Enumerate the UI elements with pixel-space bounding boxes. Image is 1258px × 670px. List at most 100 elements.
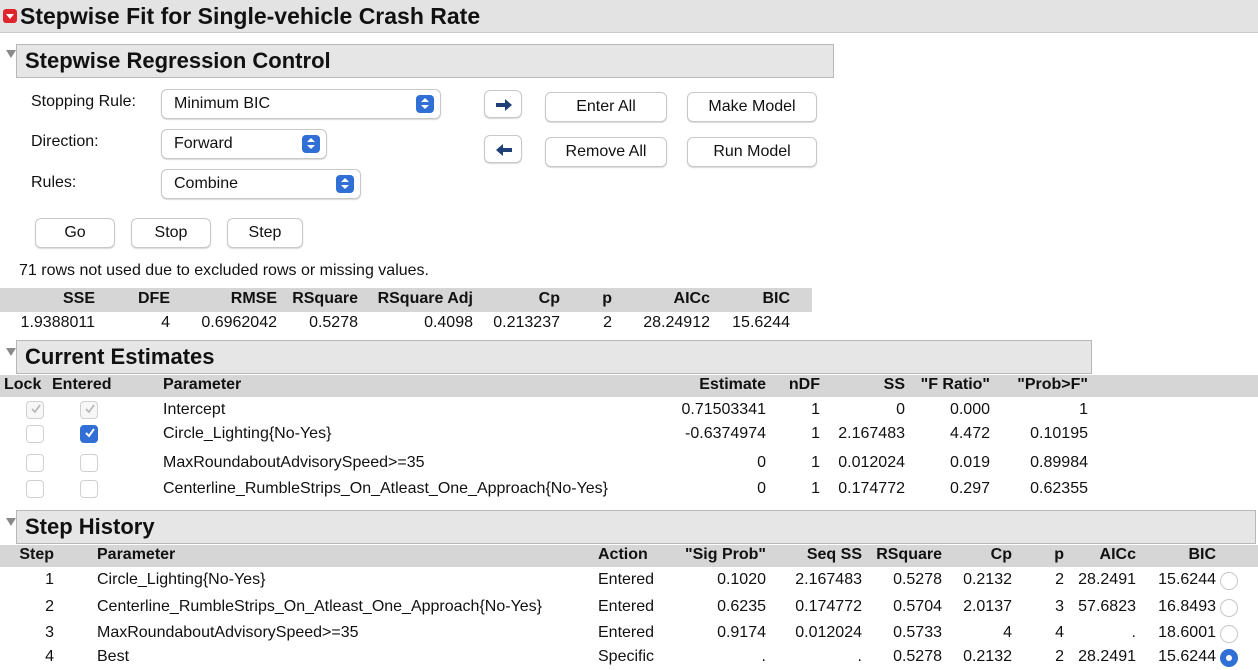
- lock-checkbox[interactable]: [26, 454, 44, 472]
- estimate-ndf: 1: [811, 401, 820, 418]
- stats-header-bic: BIC: [762, 290, 790, 307]
- history-aicc: 28.2491: [1078, 648, 1136, 665]
- history-p: 4: [1055, 624, 1064, 641]
- stats-header-aicc: AICc: [673, 290, 710, 307]
- check-icon: [85, 428, 95, 438]
- estimate-ss: 0: [896, 401, 905, 418]
- history-action: Entered: [598, 624, 655, 641]
- history-header-step: Step: [19, 546, 54, 563]
- stats-header-dfe: DFE: [138, 290, 170, 307]
- history-sig-prob: 0.6235: [717, 598, 766, 615]
- rules-select[interactable]: Combine: [161, 169, 361, 199]
- stats-value-aicc: 28.24912: [643, 314, 710, 331]
- history-step: 2: [45, 598, 54, 615]
- history-step: 4: [45, 648, 54, 665]
- history-step: 1: [45, 571, 54, 588]
- estimate-f-ratio: 0.000: [949, 401, 990, 418]
- estimate-f-ratio: 4.472: [949, 425, 990, 442]
- history-radio-selected[interactable]: [1220, 649, 1238, 667]
- stats-value-rmse: 0.6962042: [201, 314, 277, 331]
- select-stepper-icon: [416, 95, 434, 113]
- history-bic: 16.8493: [1158, 598, 1216, 615]
- estimate-prob-f: 0.62355: [1030, 480, 1088, 497]
- arrow-left-icon: [496, 144, 512, 156]
- estimate-param: MaxRoundaboutAdvisorySpeed>=35: [163, 454, 425, 471]
- entered-checkbox[interactable]: [80, 480, 98, 498]
- estimates-section-header[interactable]: Current Estimates: [16, 340, 1092, 374]
- estimate-ss: 0.174772: [838, 480, 905, 497]
- history-param: MaxRoundaboutAdvisorySpeed>=35: [97, 624, 359, 641]
- history-rsquare: 0.5278: [893, 648, 942, 665]
- history-param: Circle_Lighting{No-Yes}: [97, 571, 266, 588]
- disclosure-triangle-icon[interactable]: [6, 518, 16, 526]
- estimate-ss: 2.167483: [838, 425, 905, 442]
- make-model-button[interactable]: Make Model: [687, 92, 817, 122]
- history-header-sig-prob: "Sig Prob": [685, 546, 766, 563]
- estimate-value: 0: [757, 454, 766, 471]
- history-p: 3: [1055, 598, 1064, 615]
- estimate-ndf: 1: [811, 425, 820, 442]
- stats-header-cp: Cp: [538, 290, 560, 307]
- estimate-f-ratio: 0.019: [949, 454, 990, 471]
- run-model-button[interactable]: Run Model: [687, 137, 817, 167]
- select-stepper-icon: [336, 175, 354, 193]
- stats-header-rsquare: RSquare: [292, 290, 358, 307]
- history-action: Entered: [598, 598, 655, 615]
- history-header-cp: Cp: [990, 546, 1012, 563]
- stats-header-sse: SSE: [62, 290, 95, 307]
- history-seq-ss: 0.012024: [795, 624, 862, 641]
- remove-arrow-button[interactable]: [484, 135, 522, 163]
- estimate-prob-f: 0.10195: [1030, 425, 1088, 442]
- history-aicc: 28.2491: [1078, 571, 1136, 588]
- direction-select[interactable]: Forward: [161, 129, 327, 159]
- step-button[interactable]: Step: [227, 218, 303, 248]
- lock-checkbox[interactable]: [26, 480, 44, 498]
- history-bic: 18.6001: [1158, 624, 1216, 641]
- estimate-ss: 0.012024: [838, 454, 905, 471]
- history-header-p: p: [1054, 546, 1064, 563]
- stats-value-rsquare-adj: 0.4098: [424, 314, 473, 331]
- stats-header-p: p: [602, 290, 612, 307]
- go-button[interactable]: Go: [35, 218, 115, 248]
- disclosure-triangle-icon[interactable]: [6, 50, 16, 58]
- stop-button[interactable]: Stop: [131, 218, 211, 248]
- disclosure-triangle-icon[interactable]: [6, 348, 16, 356]
- stats-value-bic: 15.6244: [732, 314, 790, 331]
- report-title-bar: Stepwise Fit for Single-vehicle Crash Ra…: [0, 0, 1258, 33]
- history-header-bic: BIC: [1188, 546, 1216, 563]
- stats-value-cp: 0.213237: [493, 314, 560, 331]
- history-radio[interactable]: [1220, 572, 1238, 590]
- enter-all-button[interactable]: Enter All: [545, 92, 667, 122]
- estimates-header-estimate: Estimate: [699, 376, 766, 393]
- history-rsquare: 0.5704: [893, 598, 942, 615]
- red-triangle-menu-icon[interactable]: [3, 9, 17, 23]
- stopping-rule-value: Minimum BIC: [174, 95, 271, 112]
- remove-all-button[interactable]: Remove All: [545, 137, 667, 167]
- history-action: Specific: [598, 648, 655, 665]
- history-header-aicc: AICc: [1099, 546, 1136, 563]
- history-seq-ss: 2.167483: [795, 571, 862, 588]
- estimate-param: Centerline_RumbleStrips_On_Atleast_One_A…: [163, 480, 609, 497]
- entered-checkbox[interactable]: [80, 454, 98, 472]
- arrow-right-icon: [496, 99, 512, 111]
- entered-checkbox[interactable]: [80, 425, 98, 443]
- history-p: 2: [1055, 571, 1064, 588]
- lock-checkbox: [26, 401, 44, 419]
- stats-value-p: 2: [603, 314, 612, 331]
- lock-checkbox[interactable]: [26, 425, 44, 443]
- estimate-prob-f: 0.89984: [1030, 454, 1088, 471]
- control-section-header[interactable]: Stepwise Regression Control: [16, 44, 834, 78]
- estimates-header-entered: Entered: [52, 376, 112, 393]
- stopping-rule-select[interactable]: Minimum BIC: [161, 89, 441, 119]
- enter-arrow-button[interactable]: [484, 90, 522, 118]
- history-radio[interactable]: [1220, 599, 1238, 617]
- report-title: Stepwise Fit for Single-vehicle Crash Ra…: [20, 3, 481, 29]
- history-section-header[interactable]: Step History: [16, 510, 1256, 544]
- history-header-action: Action: [598, 546, 648, 563]
- history-radio[interactable]: [1220, 625, 1238, 643]
- history-bic: 15.6244: [1158, 648, 1216, 665]
- rules-label: Rules:: [31, 174, 77, 191]
- history-sig-prob: 0.9174: [717, 624, 766, 641]
- check-icon: [85, 404, 95, 414]
- history-step: 3: [45, 624, 54, 641]
